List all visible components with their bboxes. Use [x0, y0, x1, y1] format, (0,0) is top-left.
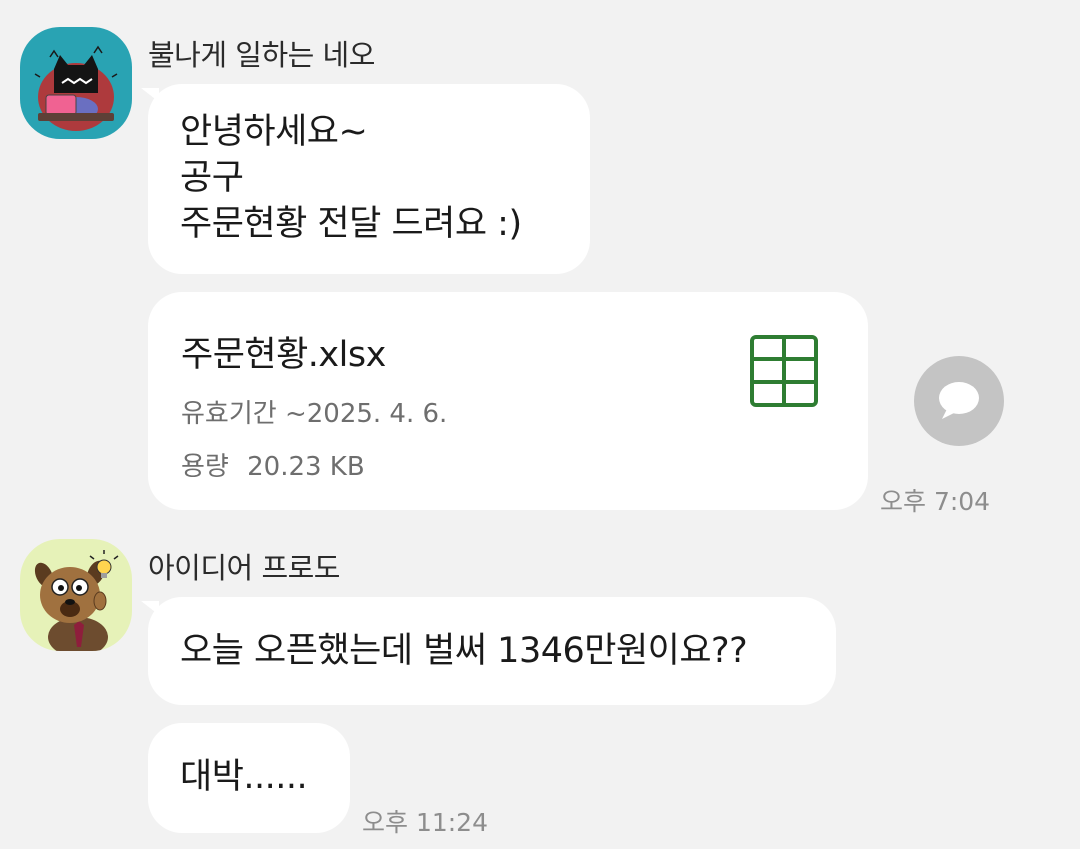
- message-text: 대박......: [180, 757, 308, 797]
- file-name: 주문현황.xlsx: [181, 335, 386, 375]
- frodo-avatar-icon: [20, 539, 132, 651]
- sender-name: 불나게 일하는 네오: [148, 38, 375, 72]
- message-text: 오늘 오픈했는데 벌써 1346만원이요??: [180, 631, 748, 671]
- neo-avatar-icon: [20, 27, 132, 139]
- avatar-frodo[interactable]: [20, 539, 132, 651]
- message-text: 안녕하세요~ 공구 주문현황 전달 드려요 :): [180, 112, 522, 244]
- spreadsheet-icon: [750, 335, 818, 407]
- message-bubble[interactable]: 오늘 오픈했는데 벌써 1346만원이요??: [148, 597, 836, 705]
- file-size-label: 용량: [181, 452, 229, 482]
- message-bubble[interactable]: 안녕하세요~ 공구 주문현황 전달 드려요 :): [148, 84, 590, 274]
- file-size: 용량 20.23 KB: [181, 446, 365, 483]
- file-expiry: 유효기간 ~2025. 4. 6.: [181, 393, 447, 430]
- file-size-value: 20.23 KB: [247, 452, 365, 482]
- message-bubble[interactable]: 대박......: [148, 723, 350, 833]
- avatar-neo[interactable]: [20, 27, 132, 139]
- share-button[interactable]: [914, 356, 1004, 446]
- sender-name: 아이디어 프로도: [148, 551, 340, 585]
- file-expiry-label: 유효기간: [181, 399, 277, 429]
- file-expiry-value: ~2025. 4. 6.: [284, 399, 448, 429]
- message-time: 오후 7:04: [880, 487, 991, 516]
- chat-bubble-icon: [939, 382, 979, 419]
- message-time: 오후 11:24: [362, 808, 488, 837]
- file-attachment-card[interactable]: 주문현황.xlsx 유효기간 ~2025. 4. 6. 용량 20.23 KB: [148, 292, 868, 510]
